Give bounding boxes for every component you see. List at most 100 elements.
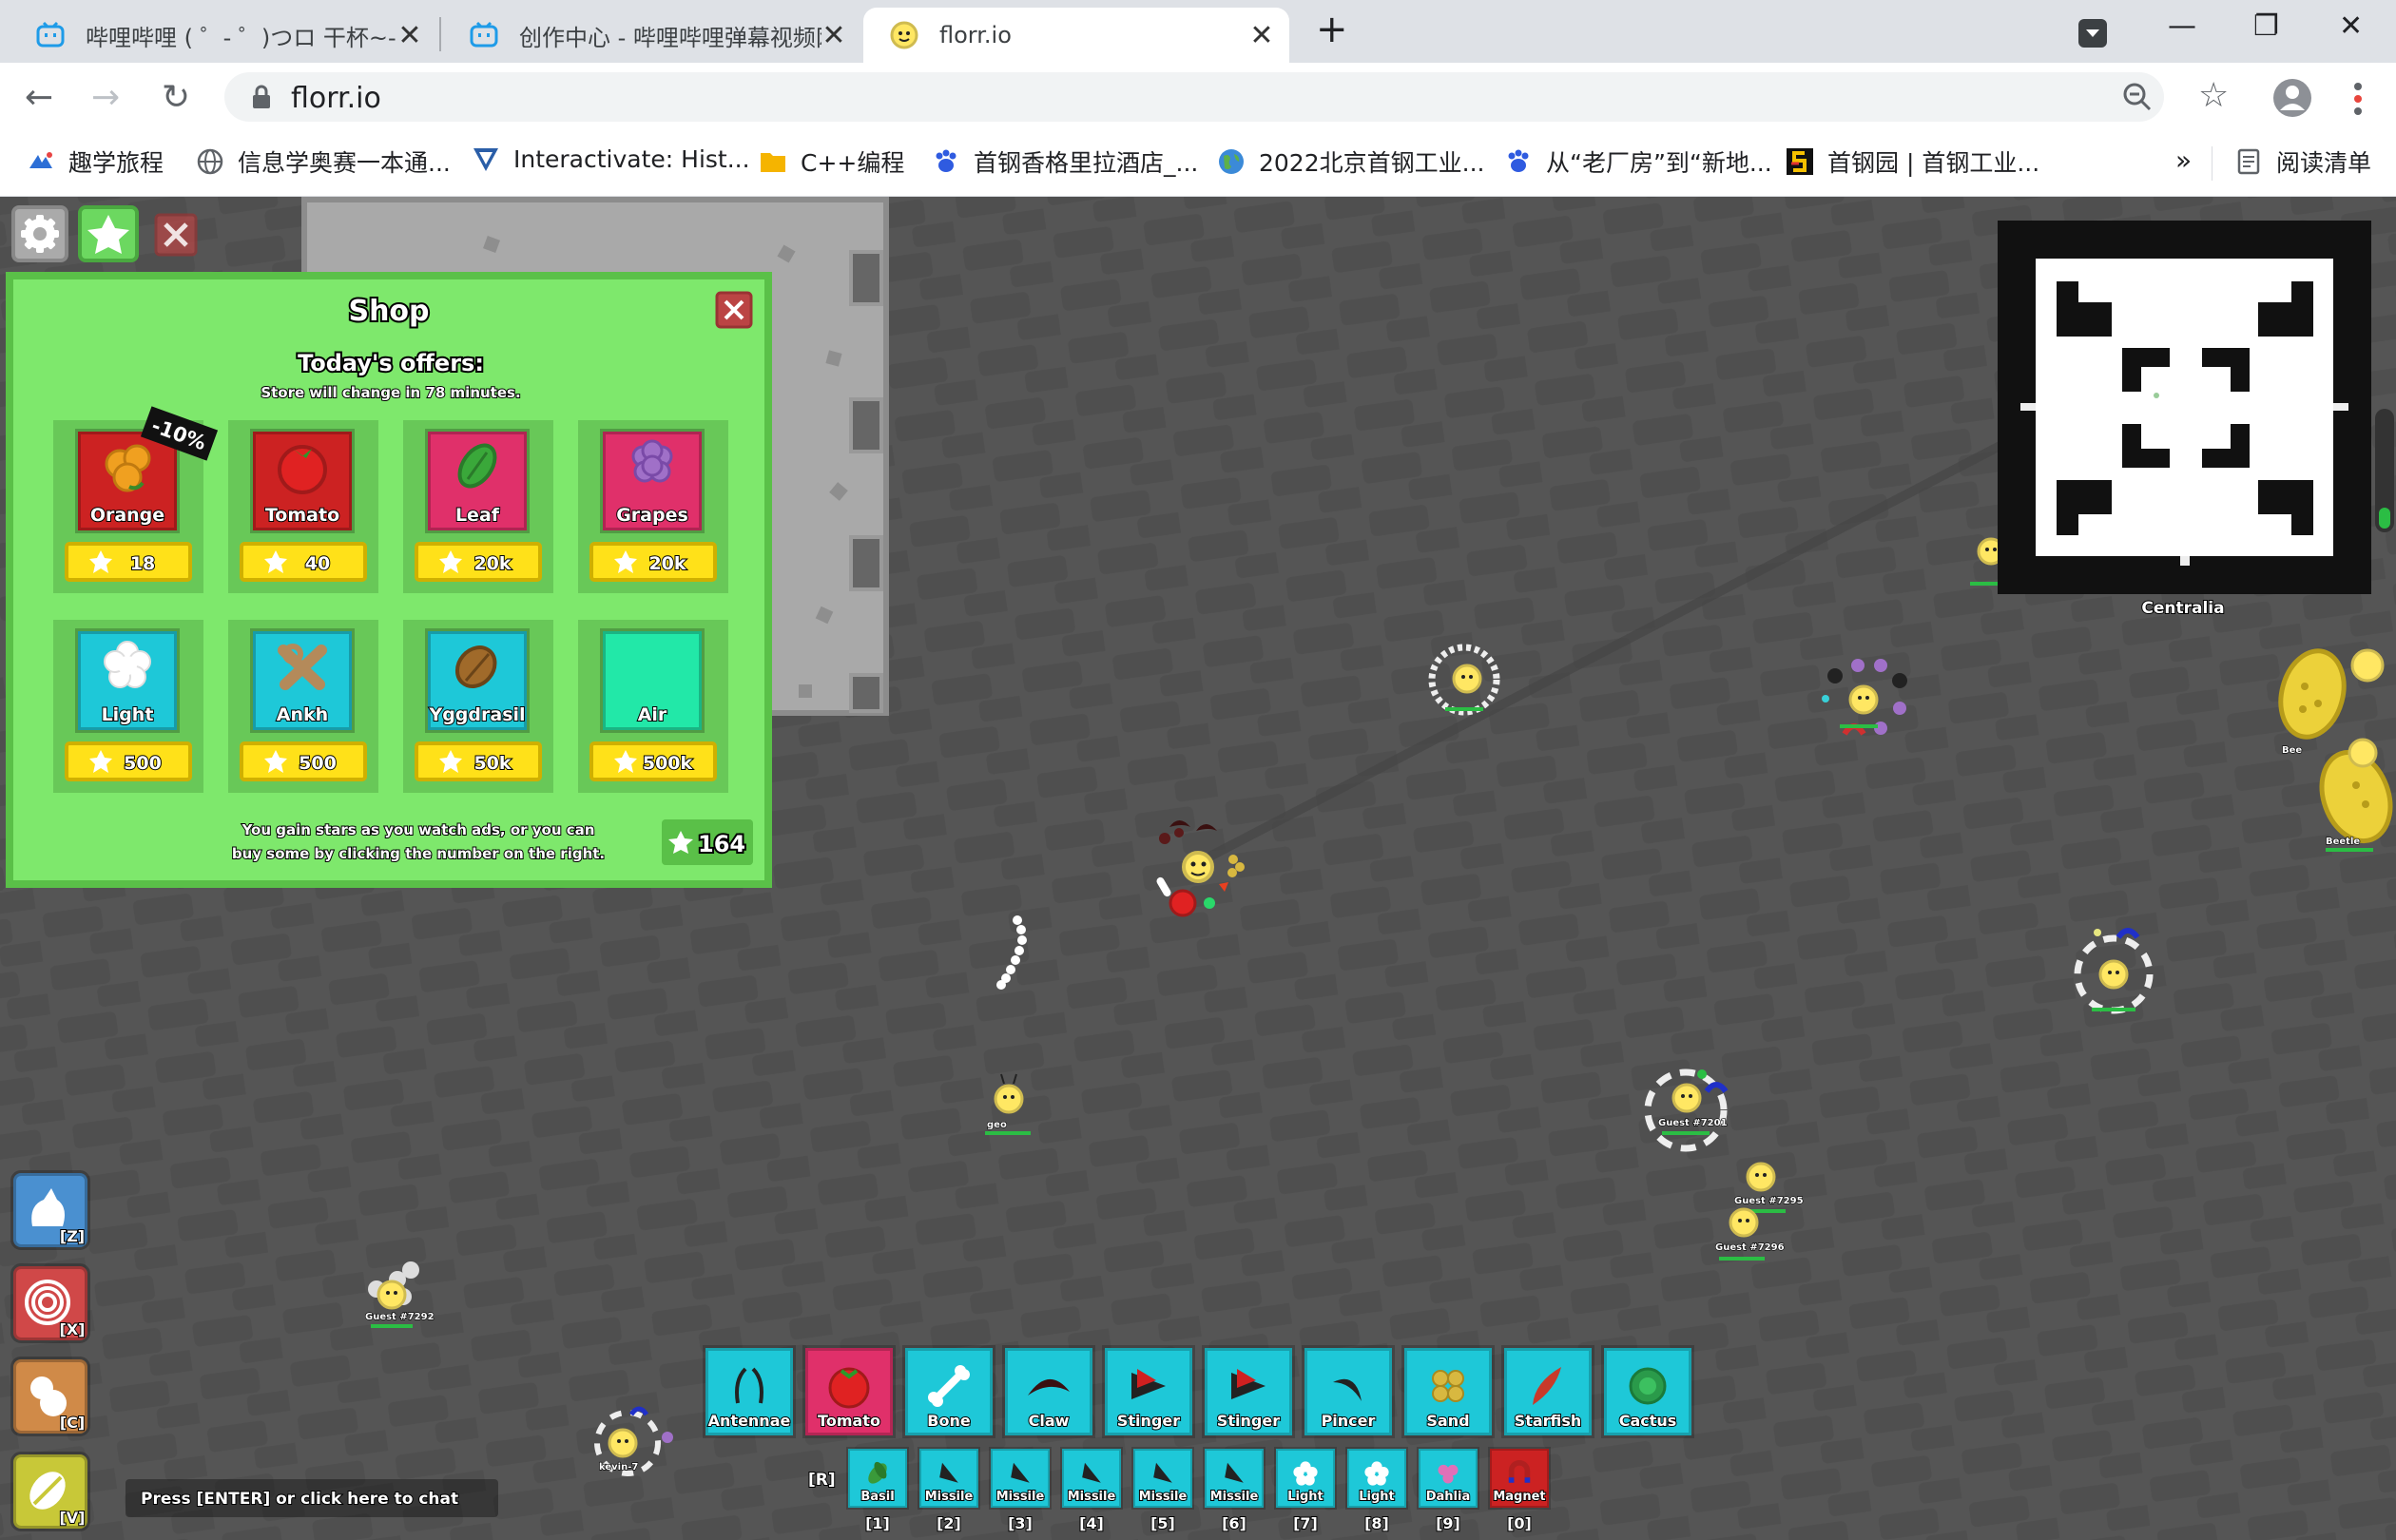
secondary-slot-key: [5] bbox=[1150, 1514, 1175, 1532]
close-ui-button[interactable] bbox=[154, 213, 198, 257]
close-window-button[interactable]: ✕ bbox=[2339, 10, 2363, 43]
globe-icon bbox=[197, 148, 223, 175]
back-icon[interactable]: ← bbox=[25, 78, 53, 117]
shop-item-price[interactable]: 500 bbox=[65, 741, 192, 781]
bookmark-item[interactable]: 趣学旅程 bbox=[27, 144, 164, 179]
bookmark-item[interactable]: Interactivate: Hist... bbox=[472, 144, 750, 173]
restore-button[interactable]: ❐ bbox=[2253, 10, 2279, 43]
loadout-slot-6[interactable]: Stinger bbox=[1202, 1345, 1295, 1438]
shop-item-price[interactable]: 40 bbox=[240, 542, 367, 582]
lock-icon bbox=[253, 85, 270, 108]
loadout-slot-label: Bone bbox=[927, 1412, 971, 1430]
bookmark-item[interactable]: 从“老厂房”到“新地... bbox=[1504, 144, 1772, 179]
ability-button-1[interactable]: [X] bbox=[10, 1263, 90, 1343]
mob-name-beetle: Beetle bbox=[2326, 837, 2360, 847]
shop-item-price[interactable]: 20k bbox=[415, 542, 542, 582]
ability-button-2[interactable]: [C] bbox=[10, 1357, 90, 1436]
shop-item-leaf[interactable]: Leaf 20k bbox=[403, 420, 553, 593]
shop-item-price[interactable]: 50k bbox=[415, 741, 542, 781]
more-bookmarks-button[interactable]: » bbox=[2175, 144, 2192, 176]
loadout-slot-4[interactable]: Claw bbox=[1002, 1345, 1095, 1438]
settings-button[interactable] bbox=[11, 205, 68, 262]
secondary-slot-label: Light bbox=[1287, 1490, 1324, 1504]
shop-item-name: Light bbox=[102, 704, 154, 725]
ability-key: [C] bbox=[60, 1414, 85, 1432]
bookmark-item[interactable]: 信息学奥赛一本通... bbox=[196, 144, 451, 179]
shop-item-tomato[interactable]: Tomato 40 bbox=[228, 420, 378, 593]
loadout-slot-label: Stinger bbox=[1217, 1412, 1280, 1430]
swap-key-label: [R] bbox=[808, 1471, 836, 1490]
minimap[interactable]: Centralia bbox=[1998, 221, 2371, 619]
profile-avatar-icon[interactable] bbox=[2272, 78, 2312, 118]
new-tab-button[interactable]: + bbox=[1316, 8, 1348, 51]
shop-item-price-value: 500k bbox=[643, 753, 693, 774]
loadout-slot-3[interactable]: Bone bbox=[902, 1345, 995, 1438]
shop-item-price[interactable]: 20k bbox=[589, 542, 717, 582]
game-scrollbar[interactable] bbox=[2375, 409, 2394, 532]
close-tab-icon[interactable]: ✕ bbox=[397, 19, 422, 52]
tab-bilibili-home[interactable]: 哔哩哔哩 ( ゜- ゜)つロ 干杯~-b ✕ bbox=[10, 8, 437, 63]
secondary-slot-label: Missile bbox=[1139, 1490, 1188, 1504]
bilibili-icon bbox=[470, 21, 498, 48]
reload-icon[interactable]: ↻ bbox=[162, 78, 190, 117]
secondary-slot-label: Dahlia bbox=[1426, 1490, 1471, 1504]
shop-item-ankh[interactable]: Ankh 500 bbox=[228, 620, 378, 793]
tab-search-button[interactable] bbox=[2078, 19, 2107, 48]
close-tab-icon[interactable]: ✕ bbox=[1249, 19, 1274, 52]
ability-button-3[interactable]: [V] bbox=[10, 1452, 90, 1531]
bookmark-star-icon[interactable]: ☆ bbox=[2198, 76, 2229, 115]
game-area[interactable]: geo Guest #7201 Guest #7295 Guest #7296 … bbox=[0, 197, 2396, 1540]
menu-dots-icon[interactable] bbox=[2352, 82, 2364, 116]
loadout-slot-5[interactable]: Stinger bbox=[1102, 1345, 1195, 1438]
shop-item-light[interactable]: Light 500 bbox=[53, 620, 203, 793]
minimize-button[interactable]: — bbox=[2168, 10, 2196, 43]
shop-item-name: Tomato bbox=[265, 505, 339, 526]
ability-button-0[interactable]: [Z] bbox=[10, 1170, 90, 1250]
game-canvas[interactable]: geo Guest #7201 Guest #7295 Guest #7296 … bbox=[0, 197, 2396, 1540]
reading-list-button[interactable]: 阅读清单 bbox=[2234, 144, 2371, 179]
chat-input[interactable]: Press [ENTER] or click here to chat bbox=[126, 1479, 498, 1517]
loadout-slot-10[interactable]: Cactus bbox=[1601, 1345, 1694, 1438]
shop-close-button[interactable] bbox=[715, 291, 753, 329]
bilibili-icon bbox=[36, 21, 65, 48]
shop-item-price[interactable]: 500k bbox=[589, 741, 717, 781]
tab-florr[interactable]: florr.io ✕ bbox=[863, 8, 1289, 63]
url-text: florr.io bbox=[291, 82, 381, 115]
bookmark-item[interactable]: 首钢园 | 首钢工业... bbox=[1786, 144, 2039, 179]
player-name-guest-7201: Guest #7201 bbox=[1658, 1118, 1728, 1128]
gear-icon bbox=[21, 215, 59, 253]
bookmarks-bar: 趣学旅程 信息学奥赛一本通... Interactivate: Hist... … bbox=[0, 131, 2396, 197]
secondary-slot-label: Missile bbox=[925, 1490, 974, 1504]
close-tab-icon[interactable]: ✕ bbox=[821, 19, 846, 52]
bookmark-item[interactable]: 首钢香格里拉酒店_... bbox=[932, 144, 1198, 179]
player-name-geo: geo bbox=[987, 1120, 1007, 1130]
loadout-slot-label: Tomato bbox=[818, 1412, 880, 1430]
loadout-slot-1[interactable]: Antennae bbox=[703, 1345, 796, 1438]
shop-item-price[interactable]: 18 bbox=[65, 542, 192, 582]
address-bar[interactable]: florr.io bbox=[224, 72, 2164, 122]
secondary-slot-key: [4] bbox=[1079, 1514, 1104, 1532]
bookmark-item[interactable]: 2022北京首钢工业... bbox=[1217, 144, 1484, 179]
shop-item-air[interactable]: Air 500k bbox=[578, 620, 728, 793]
tab-bilibili-creator[interactable]: 创作中心 - 哔哩哔哩弹幕视频网 ✕ bbox=[443, 8, 861, 63]
shougang-logo-icon bbox=[1787, 148, 1813, 175]
shop-footer-line-1: You gain stars as you watch ads, or you … bbox=[242, 821, 595, 838]
shop-panel: Shop Today's offers: Store will change i… bbox=[6, 272, 772, 888]
chevron-down-icon bbox=[2086, 29, 2099, 37]
loadout-slot-2[interactable]: Tomato bbox=[802, 1345, 896, 1438]
loadout-slot-9[interactable]: Starfish bbox=[1501, 1345, 1594, 1438]
shop-item-orange[interactable]: Orange18-10% bbox=[53, 406, 219, 593]
secondary-slot-key: [2] bbox=[937, 1514, 961, 1532]
loadout-slot-8[interactable]: Sand bbox=[1401, 1345, 1495, 1438]
bookmark-item[interactable]: C++编程 bbox=[759, 144, 904, 179]
shop-button[interactable] bbox=[78, 205, 139, 262]
forward-icon[interactable]: → bbox=[91, 78, 120, 117]
shop-item-price[interactable]: 500 bbox=[240, 741, 367, 781]
grapes-icon bbox=[631, 439, 673, 483]
shop-item-yggdrasil[interactable]: Yggdrasil 50k bbox=[403, 620, 553, 793]
triangle-logo-icon bbox=[473, 148, 498, 171]
loadout-slot-7[interactable]: Pincer bbox=[1302, 1345, 1395, 1438]
zoom-out-icon[interactable] bbox=[2122, 82, 2153, 112]
star-balance-button[interactable]: 164 bbox=[662, 819, 753, 865]
shop-item-grapes[interactable]: Grapes 20k bbox=[578, 420, 728, 593]
